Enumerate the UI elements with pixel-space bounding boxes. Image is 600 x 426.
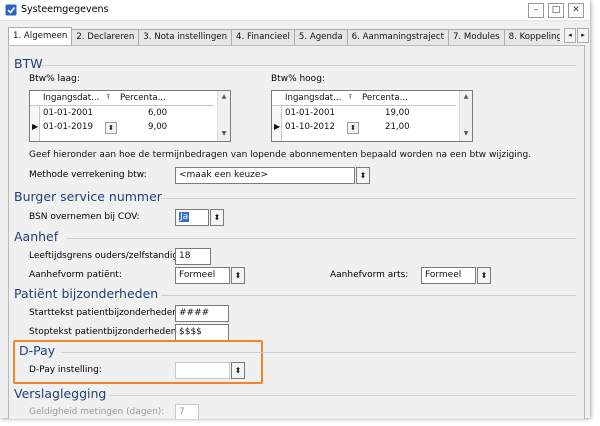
aanhefvorm-arts-select[interactable]: Formeel: [421, 267, 476, 284]
methode-select[interactable]: <maak een keuze>: [175, 167, 355, 184]
section-btw: BTW: [14, 56, 43, 71]
section-bijzonderheden: Patiënt bijzonderheden: [14, 286, 159, 301]
tab-algemeen[interactable]: 1. Algemeen: [8, 27, 73, 45]
grid-cell-percentage[interactable]: 21,00: [385, 122, 410, 132]
tab-nota-instellingen[interactable]: 3. Nota instellingen: [138, 29, 233, 45]
leeftijd-input[interactable]: 18: [175, 248, 211, 265]
dpay-select[interactable]: [175, 362, 230, 379]
aanhefvorm-arts-dropdown-button[interactable]: ⬍: [477, 267, 491, 284]
tab-declareren[interactable]: 2. Declareren: [71, 29, 140, 45]
leeftijd-label: Leeftijdsgrens ouders/zelfstandig:: [29, 251, 182, 261]
section-divider: [41, 65, 576, 66]
dpay-dropdown-button[interactable]: ⬍: [231, 362, 245, 379]
btw-hoog-grid[interactable]: Ingangsdat... ⍒ Percenta... 01-01-2001 1…: [271, 90, 473, 142]
btw-laag-grid[interactable]: Ingangsdat... ⍒ Percenta... 01-01-2001 6…: [29, 90, 231, 142]
date-dropdown-button[interactable]: ⬍: [105, 122, 117, 134]
filter-icon[interactable]: ⍒: [106, 93, 110, 102]
window-title: Systeemgegevens: [21, 4, 109, 15]
starttekst-label: Starttekst patientbijzonderheden:: [29, 308, 182, 318]
bsn-select[interactable]: Ja: [175, 209, 209, 226]
scroll-down-icon[interactable]: ▼: [219, 129, 229, 139]
column-header-ingangsdatum[interactable]: Ingangsdat...: [285, 93, 347, 103]
tab-agenda[interactable]: 5. Agenda: [293, 29, 348, 45]
bsn-label: BSN overnemen bij COV:: [29, 212, 140, 222]
tab-aanmaningstraject[interactable]: 6. Aanmaningstraject: [346, 29, 449, 45]
maximize-button[interactable]: □: [548, 3, 564, 18]
geldigheid-input[interactable]: 7: [175, 404, 199, 419]
section-aanhef: Aanhef: [14, 229, 59, 244]
aanhefvorm-patient-dropdown-button[interactable]: ⬍: [231, 267, 245, 284]
methode-label: Methode verrekening btw:: [29, 170, 147, 180]
scroll-up-icon[interactable]: ▲: [461, 92, 471, 102]
grid-scrollbar[interactable]: ▲ ▼: [459, 91, 472, 141]
tab-strip: 1. Algemeen 2. Declareren 3. Nota instelli…: [8, 27, 560, 45]
stoptekst-label: Stoptekst patientbijzonderheden:: [29, 327, 180, 337]
btw-laag-label: Btw% laag:: [29, 74, 80, 84]
grid-cell-percentage[interactable]: 19,00: [385, 108, 410, 118]
dpay-label: D-Pay instelling:: [29, 365, 102, 375]
title-bar[interactable]: Systeemgegevens – □ ✕: [0, 0, 590, 21]
tab-panel-algemeen: BTW Btw% laag: Ingangsdat... ⍒ Percenta.…: [8, 45, 585, 419]
starttekst-input[interactable]: ####: [175, 305, 229, 322]
section-bsn: Burger service nummer: [14, 189, 162, 204]
minimize-button[interactable]: –: [528, 3, 544, 18]
grid-cell-percentage[interactable]: 6,00: [148, 108, 167, 118]
tab-scroll-right-button[interactable]: ▸: [577, 28, 589, 43]
tab-financieel[interactable]: 4. Financieel: [231, 29, 295, 45]
app-icon: [5, 4, 17, 16]
scroll-up-icon[interactable]: ▲: [219, 92, 229, 102]
section-divider: [67, 238, 576, 239]
btw-description: Geef hieronder aan hoe de termijnbedrage…: [29, 150, 532, 160]
scroll-down-icon[interactable]: ▼: [461, 129, 471, 139]
bsn-dropdown-button[interactable]: ⬍: [210, 209, 224, 226]
tab-modules[interactable]: 7. Modules: [447, 29, 505, 45]
filter-icon[interactable]: ⍒: [348, 93, 352, 102]
settings-window: Systeemgegevens – □ ✕ 1. Algemeen 2. Decl…: [0, 0, 590, 419]
column-header-percentage[interactable]: Percenta...: [362, 93, 412, 103]
section-divider: [109, 395, 576, 396]
column-header-ingangsdatum[interactable]: Ingangsdat...: [43, 93, 105, 103]
aanhefvorm-patient-label: Aanhefvorm patiënt:: [29, 270, 122, 280]
grid-cell-percentage[interactable]: 9,00: [148, 122, 167, 132]
section-dpay: D-Pay: [19, 343, 56, 358]
section-divider: [161, 295, 576, 296]
grid-cell-date[interactable]: 01-01-2001: [43, 108, 93, 118]
tab-koppelingen[interactable]: 8. Koppelingen: [503, 29, 560, 45]
date-dropdown-button[interactable]: ⬍: [347, 122, 359, 134]
current-row-arrow-icon: ▶: [32, 122, 39, 131]
aanhefvorm-arts-label: Aanhefvorm arts:: [330, 270, 409, 280]
grid-cell-date[interactable]: 01-01-2001: [285, 108, 335, 118]
grid-cell-date[interactable]: 01-01-2019: [43, 122, 93, 132]
grid-cell-date[interactable]: 01-10-2012: [285, 122, 335, 132]
close-button[interactable]: ✕: [568, 3, 584, 18]
geldigheid-label: Geldigheid metingen (dagen):: [29, 407, 165, 417]
methode-dropdown-button[interactable]: ⬍: [356, 167, 370, 184]
current-row-arrow-icon: ▶: [274, 122, 281, 131]
section-verslaglegging: Verslaglegging: [14, 386, 107, 401]
btw-hoog-label: Btw% hoog:: [271, 74, 325, 84]
section-divider: [161, 198, 576, 199]
tab-scroll-left-button[interactable]: ◂: [564, 28, 576, 43]
section-divider: [61, 352, 576, 353]
stoptekst-input[interactable]: $$$$: [175, 324, 229, 341]
column-header-percentage[interactable]: Percenta...: [120, 93, 170, 103]
grid-scrollbar[interactable]: ▲ ▼: [217, 91, 230, 141]
aanhefvorm-patient-select[interactable]: Formeel: [175, 267, 230, 284]
